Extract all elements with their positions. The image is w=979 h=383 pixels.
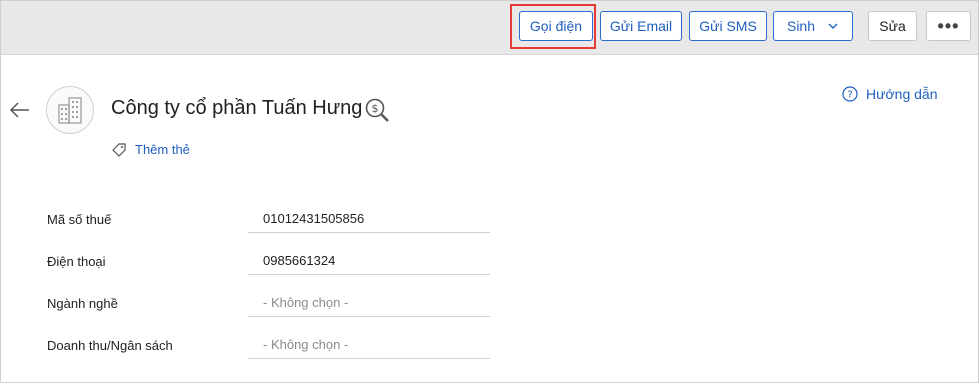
send-email-label: Gửi Email	[609, 18, 673, 34]
more-options-button[interactable]: •••	[926, 11, 971, 41]
revenue-select[interactable]: - Không chọn -	[248, 331, 490, 359]
toolbar: Gọi điện Gửi Email Gửi SMS Sinh Sửa •••	[1, 1, 978, 55]
phone-label: Điện thoại	[47, 254, 106, 269]
dollar-search-icon[interactable]: $	[364, 97, 390, 123]
tax-code-label: Mã số thuế	[47, 212, 112, 227]
add-tag-link[interactable]: Thêm thẻ	[135, 142, 190, 157]
phone-field[interactable]: 0985661324	[248, 247, 490, 275]
company-avatar	[46, 86, 94, 134]
industry-label: Ngành nghề	[47, 296, 118, 311]
page-title: Công ty cổ phần Tuấn Hưng	[111, 97, 363, 119]
svg-text:?: ?	[847, 90, 852, 101]
help-link[interactable]: ? Hướng dẫn	[842, 86, 937, 102]
more-options-icon: •••	[937, 15, 960, 36]
send-sms-button[interactable]: Gửi SMS	[689, 11, 767, 41]
send-sms-label: Gửi SMS	[699, 18, 757, 34]
help-label: Hướng dẫn	[866, 86, 938, 102]
revenue-label: Doanh thu/Ngân sách	[47, 338, 173, 353]
generate-dropdown-button[interactable]: Sinh	[773, 11, 853, 41]
chevron-down-icon	[828, 23, 838, 29]
call-button-highlight	[510, 4, 596, 49]
tag-icon	[112, 143, 126, 157]
help-circle-icon: ?	[842, 86, 858, 102]
page-frame	[0, 0, 979, 383]
edit-label: Sửa	[879, 18, 906, 34]
svg-text:$: $	[372, 102, 379, 115]
industry-select[interactable]: - Không chọn -	[248, 289, 490, 317]
company-building-icon	[58, 97, 82, 124]
send-email-button[interactable]: Gửi Email	[600, 11, 682, 41]
generate-label: Sinh	[786, 18, 816, 34]
back-arrow-icon[interactable]	[8, 98, 32, 122]
tax-code-field[interactable]: 01012431505856	[248, 205, 490, 233]
edit-button[interactable]: Sửa	[868, 11, 917, 41]
